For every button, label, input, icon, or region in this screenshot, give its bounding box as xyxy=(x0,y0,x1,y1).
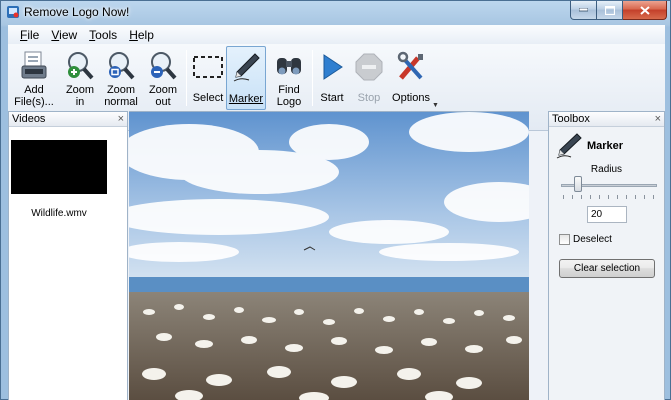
toolbox-panel: Toolbox × Marker Radius 20 Deselect Clea… xyxy=(548,111,665,400)
zoom-normal-button[interactable]: Zoom normal xyxy=(101,46,141,108)
toolbox-panel-title: Toolbox xyxy=(552,113,590,125)
video-preview[interactable] xyxy=(129,111,529,400)
toolbox-panel-close-icon[interactable]: × xyxy=(655,112,661,126)
minimize-button[interactable] xyxy=(570,1,597,20)
video-thumbnail[interactable] xyxy=(11,140,107,194)
zoom-normal-icon xyxy=(104,50,138,82)
marker-button[interactable]: Marker xyxy=(226,46,266,110)
deselect-checkbox[interactable]: Deselect xyxy=(559,234,612,245)
select-rectangle-icon xyxy=(191,50,225,84)
options-button[interactable]: Options xyxy=(390,46,432,108)
menu-view[interactable]: View xyxy=(45,28,83,42)
deselect-label: Deselect xyxy=(573,234,612,245)
close-icon xyxy=(639,5,650,15)
menu-bar: File View Tools Help xyxy=(8,25,665,44)
maximize-icon xyxy=(604,5,615,15)
menu-tools[interactable]: Tools xyxy=(83,28,123,42)
tools-icon xyxy=(394,50,428,84)
radius-value-field[interactable]: 20 xyxy=(587,206,627,223)
menu-help[interactable]: Help xyxy=(123,28,160,42)
close-button[interactable] xyxy=(623,1,667,20)
preview-image xyxy=(129,112,529,400)
radius-slider-thumb[interactable] xyxy=(574,176,582,192)
find-logo-label-2: Logo xyxy=(276,96,302,108)
zoom-in-label-2: in xyxy=(75,96,85,108)
play-icon xyxy=(315,50,349,84)
stop-icon xyxy=(352,50,386,84)
find-logo-label-1: Find xyxy=(278,84,300,96)
toolbar-separator xyxy=(312,50,313,106)
zoom-out-label-1: Zoom xyxy=(148,84,178,96)
toolbar-overflow-icon[interactable]: ▼ xyxy=(432,102,439,109)
add-files-label-2: File(s)... xyxy=(14,96,54,108)
toolbar-separator xyxy=(186,50,187,106)
checkbox-icon xyxy=(559,234,570,245)
find-logo-button[interactable]: Find Logo xyxy=(269,46,309,108)
add-files-button[interactable]: Add File(s)... xyxy=(12,46,56,108)
select-label: Select xyxy=(192,92,224,104)
zoom-out-button[interactable]: Zoom out xyxy=(144,46,182,108)
stop-button[interactable]: Stop xyxy=(351,46,387,108)
zoom-in-icon xyxy=(63,50,97,82)
menu-file[interactable]: File xyxy=(14,28,45,42)
video-name[interactable]: Wildlife.wmv xyxy=(11,208,107,219)
radius-label: Radius xyxy=(590,164,623,175)
clear-selection-button[interactable]: Clear selection xyxy=(559,259,655,278)
zoom-out-label-2: out xyxy=(155,96,171,108)
client-area: File View Tools Help Add File(s)... Zoom… xyxy=(8,25,665,400)
stop-label: Stop xyxy=(357,92,381,104)
radius-slider-ticks xyxy=(563,195,657,199)
zoom-out-icon xyxy=(146,50,180,82)
marker-label: Marker xyxy=(228,93,264,105)
zoom-normal-label-1: Zoom xyxy=(106,84,136,96)
zoom-normal-label-2: normal xyxy=(104,96,138,108)
videos-panel-header: Videos × xyxy=(9,112,127,127)
window-title: Remove Logo Now! xyxy=(24,5,130,19)
marker-pen-icon xyxy=(229,51,263,85)
videos-panel-title: Videos xyxy=(12,113,46,125)
app-window: Remove Logo Now! File View Tools Help Ad… xyxy=(0,0,671,400)
options-label: Options xyxy=(392,92,430,104)
app-icon xyxy=(7,6,19,18)
tool-name: Marker xyxy=(587,140,624,152)
toolbox-panel-header: Toolbox × xyxy=(549,112,664,127)
start-button[interactable]: Start xyxy=(314,46,350,108)
maximize-button[interactable] xyxy=(597,1,623,20)
select-button[interactable]: Select xyxy=(189,46,227,108)
binoculars-icon xyxy=(272,50,306,82)
videos-panel: Videos × Wildlife.wmv xyxy=(8,111,128,400)
zoom-in-label-1: Zoom xyxy=(65,84,95,96)
title-bar[interactable]: Remove Logo Now! xyxy=(1,1,670,23)
zoom-in-button[interactable]: Zoom in xyxy=(61,46,99,108)
minimize-icon xyxy=(579,8,588,12)
start-label: Start xyxy=(320,92,344,104)
add-files-label-1: Add xyxy=(24,84,44,96)
marker-tool-icon xyxy=(556,133,582,159)
videos-panel-close-icon[interactable]: × xyxy=(118,112,124,126)
add-files-icon xyxy=(17,50,51,82)
